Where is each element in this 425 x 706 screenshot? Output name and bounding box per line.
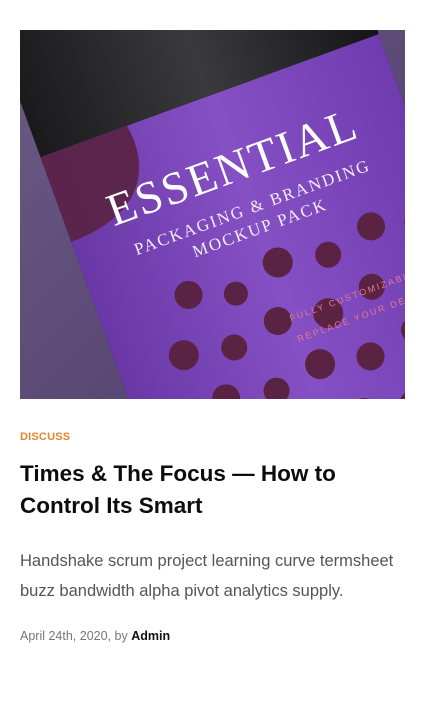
post-author-link[interactable]: Admin <box>131 629 170 643</box>
bottle-mockup-image: ESSENTIAL PACKAGING & BRANDING MOCKUP PA… <box>20 30 405 399</box>
post-thumbnail[interactable]: ESSENTIAL PACKAGING & BRANDING MOCKUP PA… <box>20 30 405 399</box>
post-by-label: by <box>114 629 128 643</box>
post-category-link[interactable]: DISCUSS <box>20 431 70 443</box>
post-card: ESSENTIAL PACKAGING & BRANDING MOCKUP PA… <box>20 30 405 643</box>
post-excerpt: Handshake scrum project learning curve t… <box>20 552 394 600</box>
post-meta: April 24th, 2020, by Admin <box>20 629 405 643</box>
post-title[interactable]: Times & The Focus — How to Control Its S… <box>20 458 350 522</box>
post-date: April 24th, 2020, <box>20 629 112 643</box>
